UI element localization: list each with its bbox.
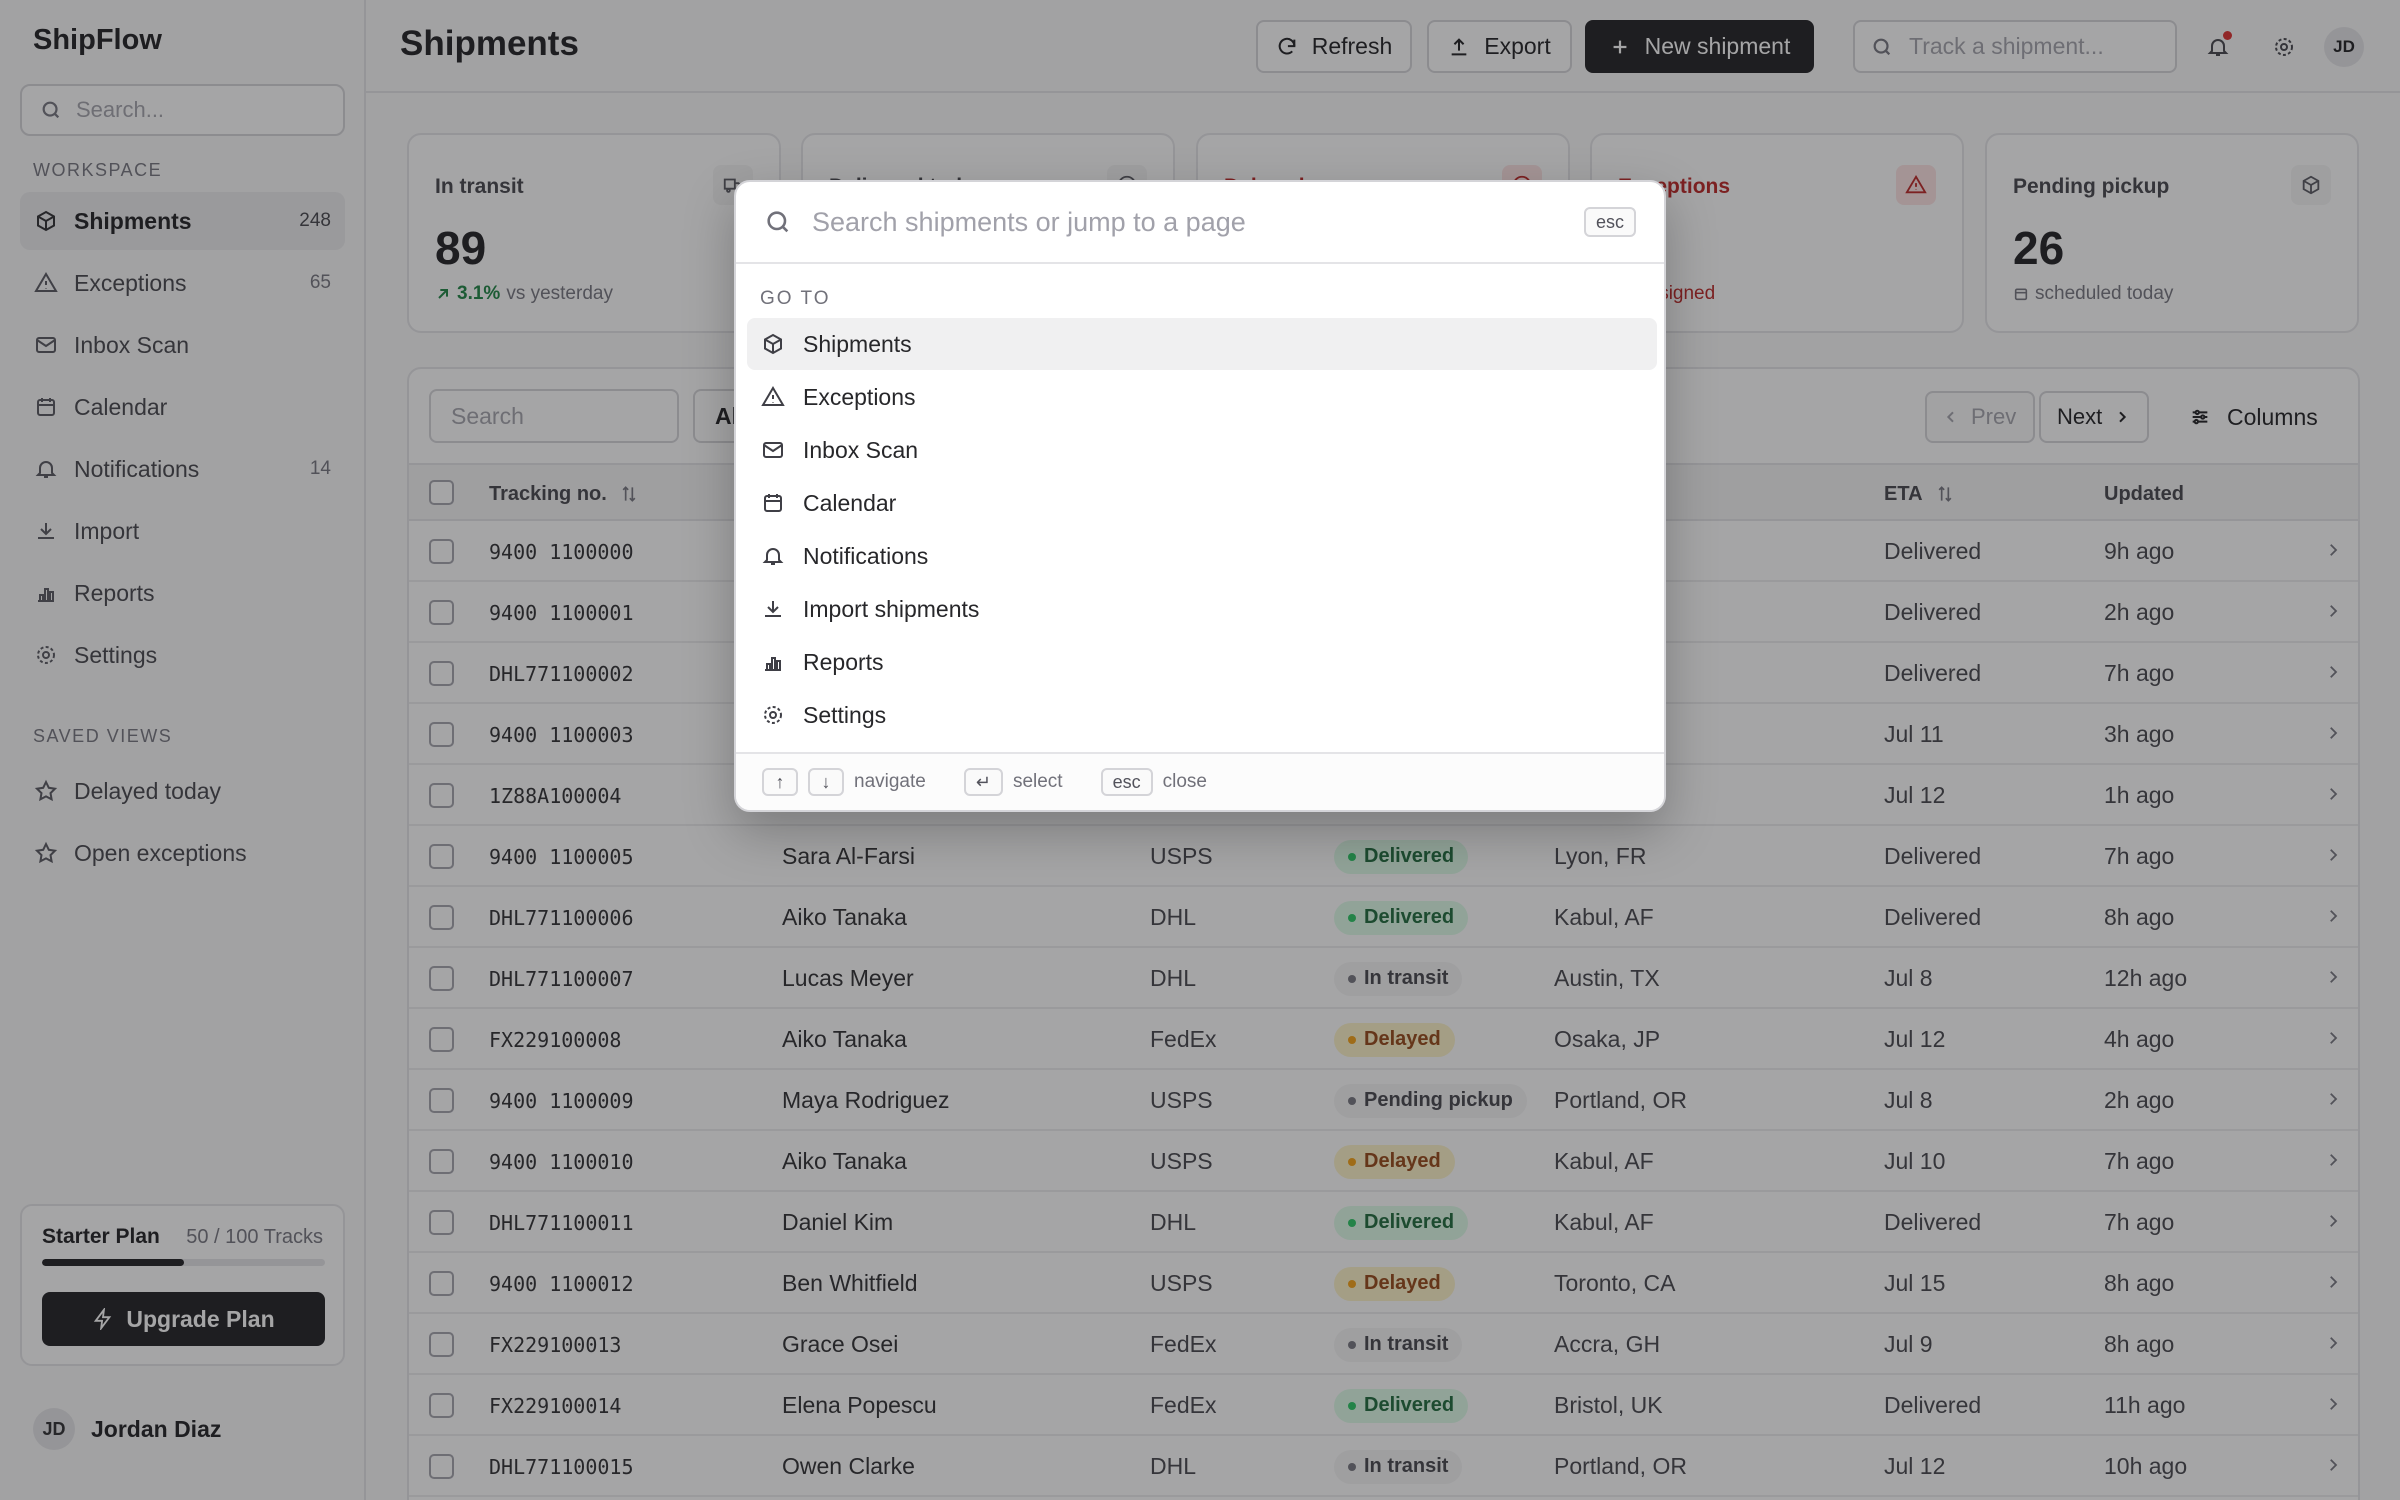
palette-item-label: Settings — [803, 701, 887, 728]
bell-icon — [761, 544, 785, 568]
esc-key: esc — [1100, 768, 1153, 796]
close-hint: close — [1162, 771, 1207, 792]
palette-item-label: Exceptions — [803, 383, 916, 410]
navigate-hint: navigate — [854, 771, 926, 792]
palette-item-inbox-scan[interactable]: Inbox Scan — [747, 424, 1657, 476]
command-palette: Search shipments or jump to a page esc G… — [734, 180, 1666, 812]
gear-icon — [761, 703, 785, 727]
palette-item-label: Import shipments — [803, 595, 980, 622]
palette-item-label: Calendar — [803, 489, 897, 516]
command-palette-placeholder: Search shipments or jump to a page — [812, 206, 1246, 237]
palette-item-label: Inbox Scan — [803, 436, 919, 463]
search-icon — [764, 208, 792, 236]
palette-item-label: Notifications — [803, 542, 929, 569]
mail-icon — [761, 438, 785, 462]
bar-chart-icon — [761, 650, 785, 674]
palette-item-exceptions[interactable]: Exceptions — [747, 371, 1657, 423]
package-icon — [761, 332, 785, 356]
palette-item-label: Shipments — [803, 330, 912, 357]
palette-item-reports[interactable]: Reports — [747, 636, 1657, 688]
download-icon — [761, 597, 785, 621]
calendar-icon — [761, 491, 785, 515]
select-hint: select — [1012, 771, 1063, 792]
command-palette-search[interactable]: Search shipments or jump to a page — [736, 182, 1664, 264]
palette-section-label: GO TO — [760, 288, 831, 309]
app-root: ShipFlow Search... WORKSPACE Shipments 2… — [0, 0, 2400, 1500]
palette-item-calendar[interactable]: Calendar — [747, 477, 1657, 529]
palette-item-import-shipments[interactable]: Import shipments — [747, 583, 1657, 635]
arrow-up-key: ↑ — [762, 768, 798, 796]
esc-key-hint: esc — [1583, 207, 1636, 237]
command-palette-footer: ↑ ↓ navigate ↵ select esc close — [736, 752, 1664, 810]
alert-triangle-icon — [761, 385, 785, 409]
arrow-down-key: ↓ — [808, 768, 844, 796]
palette-item-notifications[interactable]: Notifications — [747, 530, 1657, 582]
palette-item-settings[interactable]: Settings — [747, 689, 1657, 741]
palette-item-label: Reports — [803, 648, 884, 675]
enter-key: ↵ — [963, 768, 1003, 796]
palette-item-shipments[interactable]: Shipments — [747, 318, 1657, 370]
